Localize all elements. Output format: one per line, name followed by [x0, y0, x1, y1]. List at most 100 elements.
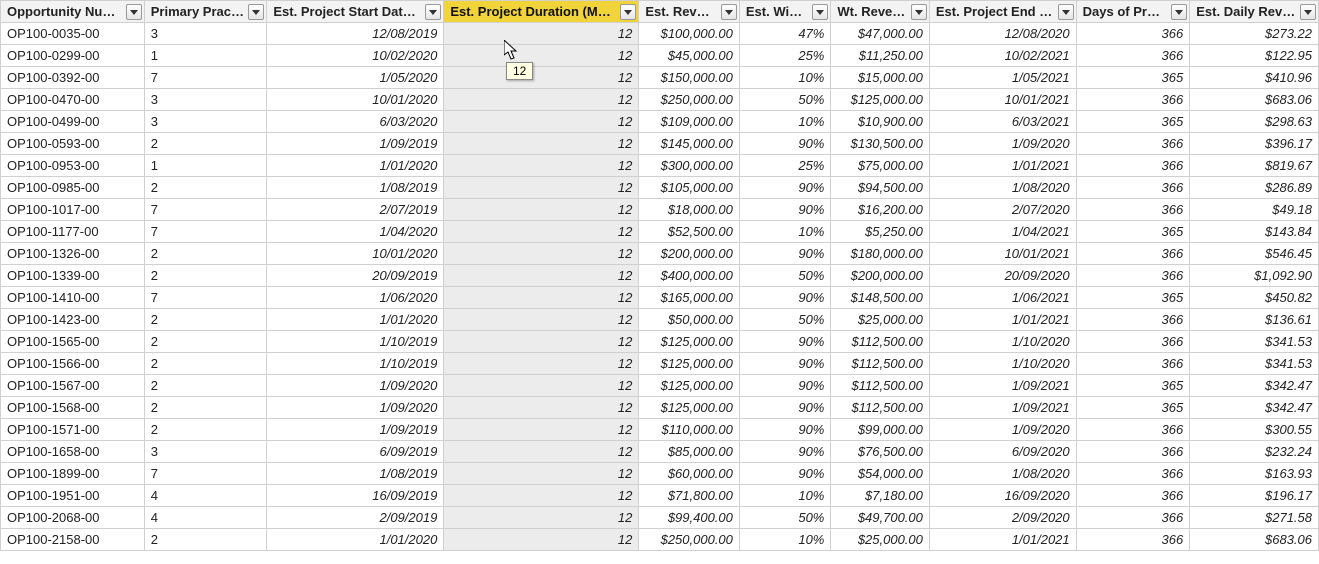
cell-win[interactable]: 90% — [739, 287, 830, 309]
cell-dur[interactable]: 12 — [444, 155, 639, 177]
cell-rev[interactable]: $71,800.00 — [639, 485, 740, 507]
cell-dur[interactable]: 12 — [444, 485, 639, 507]
cell-practice[interactable]: 7 — [144, 199, 267, 221]
cell-daily[interactable]: $341.53 — [1190, 331, 1319, 353]
table-row[interactable]: OP100-1423-0021/01/202012$50,000.0050%$2… — [1, 309, 1319, 331]
cell-dur[interactable]: 12 — [444, 309, 639, 331]
cell-win[interactable]: 90% — [739, 441, 830, 463]
table-row[interactable]: OP100-0985-0021/08/201912$105,000.0090%$… — [1, 177, 1319, 199]
cell-win[interactable]: 90% — [739, 353, 830, 375]
cell-practice[interactable]: 4 — [144, 485, 267, 507]
cell-practice[interactable]: 1 — [144, 45, 267, 67]
cell-end[interactable]: 1/01/2021 — [929, 529, 1076, 551]
cell-rev[interactable]: $125,000.00 — [639, 331, 740, 353]
col-header-rev[interactable]: Est. Revenue — [639, 1, 740, 23]
table-row[interactable]: OP100-1017-0072/07/201912$18,000.0090%$1… — [1, 199, 1319, 221]
cell-end[interactable]: 1/09/2021 — [929, 397, 1076, 419]
cell-rev[interactable]: $99,400.00 — [639, 507, 740, 529]
col-header-days[interactable]: Days of Project — [1076, 1, 1190, 23]
cell-days[interactable]: 365 — [1076, 67, 1190, 89]
col-header-win[interactable]: Est. Win % — [739, 1, 830, 23]
cell-rev[interactable]: $250,000.00 — [639, 89, 740, 111]
cell-wt[interactable]: $99,000.00 — [831, 419, 930, 441]
cell-opp[interactable]: OP100-0593-00 — [1, 133, 145, 155]
cell-practice[interactable]: 2 — [144, 331, 267, 353]
cell-end[interactable]: 6/03/2021 — [929, 111, 1076, 133]
cell-dur[interactable]: 12 — [444, 375, 639, 397]
table-row[interactable]: OP100-1567-0021/09/202012$125,000.0090%$… — [1, 375, 1319, 397]
filter-dropdown-icon[interactable] — [721, 4, 737, 20]
cell-wt[interactable]: $47,000.00 — [831, 23, 930, 45]
cell-rev[interactable]: $200,000.00 — [639, 243, 740, 265]
cell-start[interactable]: 10/01/2020 — [267, 89, 444, 111]
cell-win[interactable]: 90% — [739, 331, 830, 353]
cell-daily[interactable]: $546.45 — [1190, 243, 1319, 265]
cell-days[interactable]: 366 — [1076, 155, 1190, 177]
cell-dur[interactable]: 12 — [444, 529, 639, 551]
cell-days[interactable]: 366 — [1076, 177, 1190, 199]
cell-rev[interactable]: $400,000.00 — [639, 265, 740, 287]
cell-daily[interactable]: $232.24 — [1190, 441, 1319, 463]
cell-win[interactable]: 90% — [739, 177, 830, 199]
cell-daily[interactable]: $300.55 — [1190, 419, 1319, 441]
filter-dropdown-icon[interactable] — [126, 4, 142, 20]
cell-dur[interactable]: 12 — [444, 331, 639, 353]
cell-daily[interactable]: $273.22 — [1190, 23, 1319, 45]
cell-start[interactable]: 1/10/2019 — [267, 331, 444, 353]
cell-rev[interactable]: $150,000.00 — [639, 67, 740, 89]
cell-practice[interactable]: 2 — [144, 529, 267, 551]
cell-win[interactable]: 90% — [739, 397, 830, 419]
cell-practice[interactable]: 7 — [144, 67, 267, 89]
cell-days[interactable]: 366 — [1076, 23, 1190, 45]
cell-win[interactable]: 90% — [739, 199, 830, 221]
cell-opp[interactable]: OP100-1017-00 — [1, 199, 145, 221]
cell-rev[interactable]: $52,500.00 — [639, 221, 740, 243]
cell-wt[interactable]: $10,900.00 — [831, 111, 930, 133]
table-row[interactable]: OP100-1568-0021/09/202012$125,000.0090%$… — [1, 397, 1319, 419]
cell-end[interactable]: 20/09/2020 — [929, 265, 1076, 287]
cell-rev[interactable]: $110,000.00 — [639, 419, 740, 441]
cell-daily[interactable]: $1,092.90 — [1190, 265, 1319, 287]
cell-days[interactable]: 365 — [1076, 111, 1190, 133]
cell-daily[interactable]: $683.06 — [1190, 529, 1319, 551]
cell-dur[interactable]: 12 — [444, 507, 639, 529]
cell-start[interactable]: 6/03/2020 — [267, 111, 444, 133]
col-header-start[interactable]: Est. Project Start Date (Org) — [267, 1, 444, 23]
cell-days[interactable]: 366 — [1076, 331, 1190, 353]
cell-days[interactable]: 366 — [1076, 89, 1190, 111]
cell-wt[interactable]: $76,500.00 — [831, 441, 930, 463]
cell-days[interactable]: 366 — [1076, 441, 1190, 463]
cell-win[interactable]: 10% — [739, 67, 830, 89]
filter-dropdown-icon[interactable] — [1300, 4, 1316, 20]
cell-dur[interactable]: 12 — [444, 45, 639, 67]
cell-rev[interactable]: $250,000.00 — [639, 529, 740, 551]
cell-days[interactable]: 366 — [1076, 419, 1190, 441]
cell-wt[interactable]: $148,500.00 — [831, 287, 930, 309]
cell-rev[interactable]: $105,000.00 — [639, 177, 740, 199]
cell-start[interactable]: 1/01/2020 — [267, 529, 444, 551]
cell-opp[interactable]: OP100-0985-00 — [1, 177, 145, 199]
cell-practice[interactable]: 7 — [144, 463, 267, 485]
cell-opp[interactable]: OP100-1566-00 — [1, 353, 145, 375]
cell-end[interactable]: 1/10/2020 — [929, 331, 1076, 353]
cell-practice[interactable]: 4 — [144, 507, 267, 529]
cell-win[interactable]: 10% — [739, 529, 830, 551]
cell-wt[interactable]: $112,500.00 — [831, 331, 930, 353]
cell-practice[interactable]: 2 — [144, 265, 267, 287]
cell-start[interactable]: 1/04/2020 — [267, 221, 444, 243]
cell-rev[interactable]: $100,000.00 — [639, 23, 740, 45]
cell-start[interactable]: 2/09/2019 — [267, 507, 444, 529]
cell-dur[interactable]: 12 — [444, 441, 639, 463]
cell-dur[interactable]: 12 — [444, 23, 639, 45]
cell-practice[interactable]: 1 — [144, 155, 267, 177]
cell-dur[interactable]: 12 — [444, 265, 639, 287]
table-row[interactable]: OP100-0593-0021/09/201912$145,000.0090%$… — [1, 133, 1319, 155]
cell-rev[interactable]: $45,000.00 — [639, 45, 740, 67]
cell-dur[interactable]: 12 — [444, 199, 639, 221]
cell-opp[interactable]: OP100-1410-00 — [1, 287, 145, 309]
cell-wt[interactable]: $15,000.00 — [831, 67, 930, 89]
cell-opp[interactable]: OP100-1326-00 — [1, 243, 145, 265]
table-row[interactable]: OP100-0499-0036/03/202012$109,000.0010%$… — [1, 111, 1319, 133]
cell-opp[interactable]: OP100-1177-00 — [1, 221, 145, 243]
cell-daily[interactable]: $683.06 — [1190, 89, 1319, 111]
